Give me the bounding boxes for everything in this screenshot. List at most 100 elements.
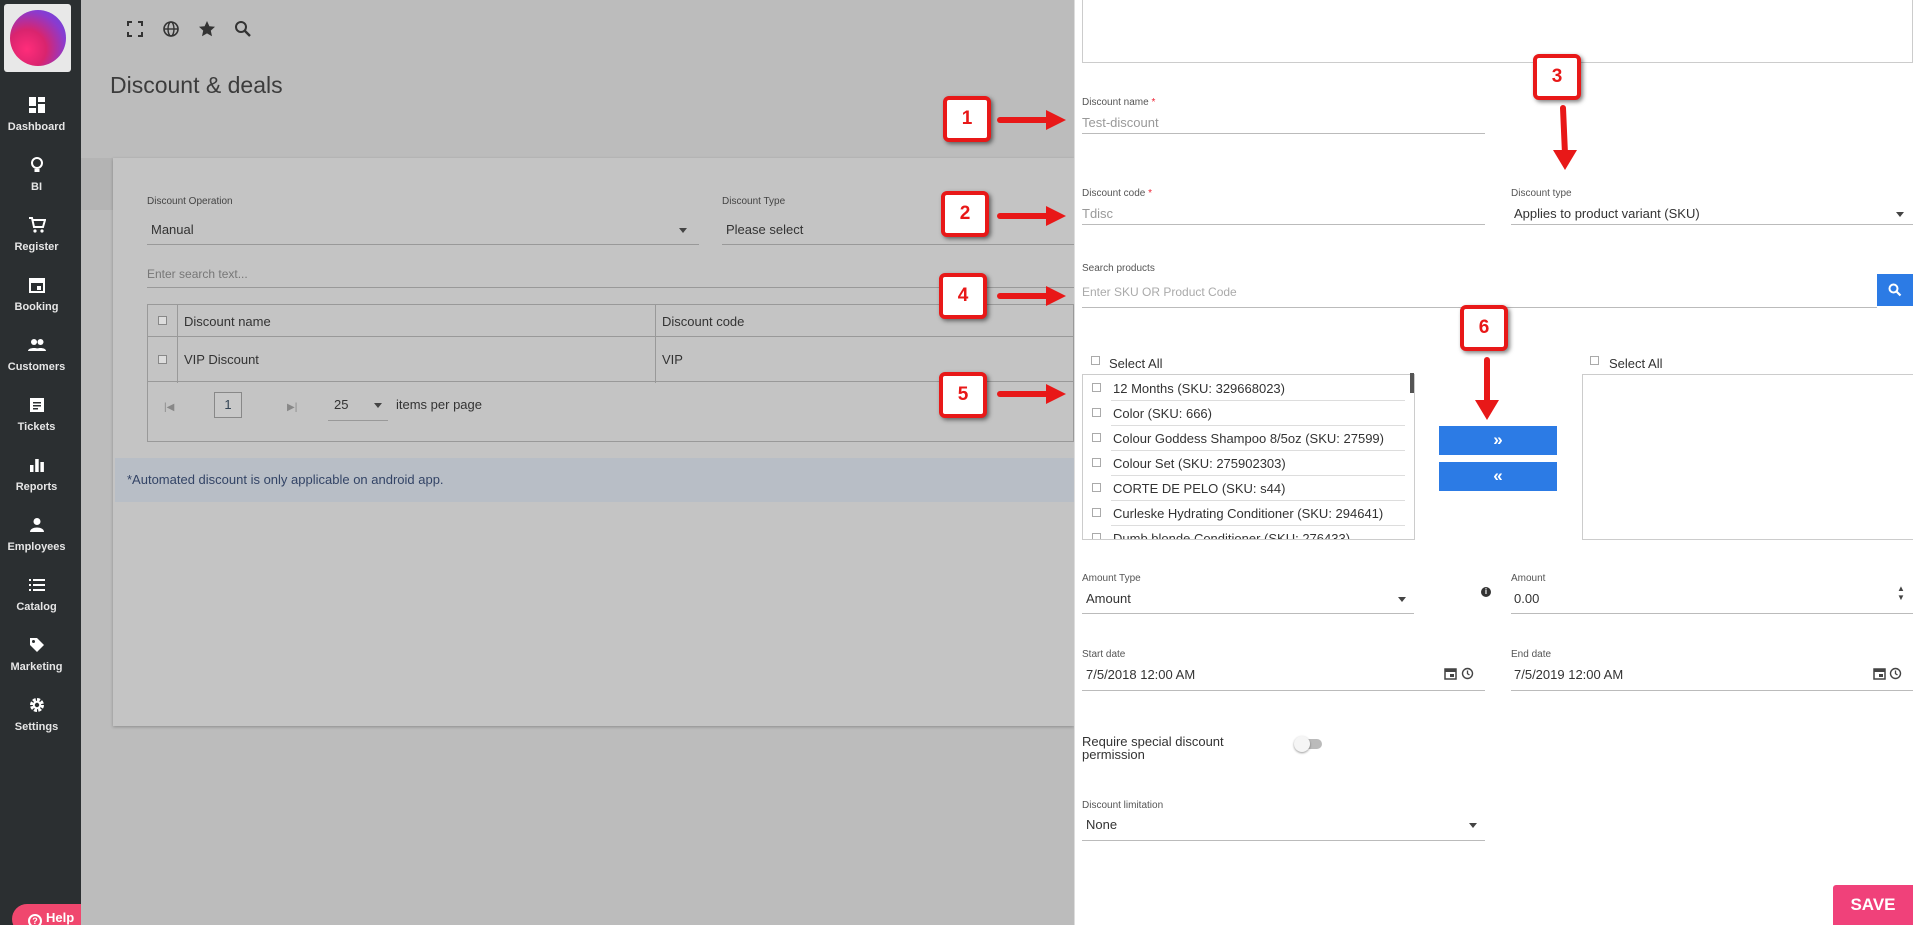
permission-toggle[interactable] <box>1294 735 1324 752</box>
list-item[interactable]: Curleske Hydrating Conditioner (SKU: 294… <box>1083 501 1413 526</box>
operation-select[interactable]: Manual <box>151 222 194 237</box>
chevron-down-icon[interactable] <box>374 403 382 408</box>
sidebar-item-customers[interactable]: Customers <box>0 336 73 375</box>
end-date-input[interactable]: 7/5/2019 12:00 AM <box>1514 667 1623 682</box>
amount-type-label: Amount Type <box>1082 573 1141 584</box>
move-right-button[interactable]: » <box>1439 426 1557 455</box>
search-products-button[interactable] <box>1877 274 1913 306</box>
list-item[interactable]: Colour Set (SKU: 275902303) <box>1083 451 1413 476</box>
annotation-badge-6: 6 <box>1460 305 1508 351</box>
list-item[interactable]: 12 Months (SKU: 329668023) <box>1083 376 1413 401</box>
table-header <box>148 305 1073 337</box>
logo-icon <box>10 10 66 66</box>
sidebar-item-label: Register <box>14 241 59 253</box>
select-all-right-label[interactable]: Select All <box>1609 356 1662 371</box>
star-icon[interactable] <box>198 20 216 38</box>
sidebar-item-label: Marketing <box>10 661 63 673</box>
chevron-down-icon[interactable] <box>679 228 687 233</box>
annotation-arrow-icon <box>997 110 1066 130</box>
row-checkbox[interactable] <box>158 355 167 364</box>
sidebar-item-label: Catalog <box>16 601 57 613</box>
save-button[interactable]: SAVE <box>1833 885 1913 925</box>
start-date-input[interactable]: 7/5/2018 12:00 AM <box>1086 667 1195 682</box>
select-all-left-label[interactable]: Select All <box>1109 356 1162 371</box>
person-icon <box>29 518 44 532</box>
dashboard-icon <box>28 97 45 113</box>
tag-icon <box>29 638 44 652</box>
discount-code-input[interactable]: Tdisc <box>1082 206 1113 221</box>
list-item[interactable]: Colour Goddess Shampoo 8/5oz (SKU: 27599… <box>1083 426 1413 451</box>
chevron-down-icon[interactable] <box>1896 212 1904 217</box>
sidebar: Dashboard BI Register Booking Customers … <box>0 0 81 925</box>
app-logo[interactable] <box>4 4 71 72</box>
annotation-badge-3: 3 <box>1533 54 1581 100</box>
calendar-icon[interactable] <box>1444 667 1457 680</box>
move-left-button[interactable]: « <box>1439 462 1557 491</box>
sidebar-item-label: Settings <box>14 721 59 733</box>
table-cell-code[interactable]: VIP <box>662 352 683 367</box>
sidebar-item-reports[interactable]: Reports <box>0 456 73 495</box>
table-pager: |◀ 1 ▶| 25 items per page <box>147 382 1074 442</box>
search-icon <box>1888 283 1902 297</box>
discount-name-input[interactable]: Test-discount <box>1082 115 1159 130</box>
sidebar-item-dashboard[interactable]: Dashboard <box>0 96 73 135</box>
gear-icon <box>29 698 44 712</box>
clock-icon[interactable] <box>1461 667 1474 680</box>
sidebar-item-settings[interactable]: Settings <box>0 696 73 735</box>
last-page-icon[interactable]: ▶| <box>287 402 297 413</box>
select-all-checkbox[interactable] <box>158 316 167 325</box>
first-page-icon[interactable]: |◀ <box>164 402 174 413</box>
sidebar-item-label: Employees <box>7 541 66 553</box>
sidebar-item-tickets[interactable]: Tickets <box>0 396 73 435</box>
search-products-input[interactable]: Enter SKU OR Product Code <box>1082 285 1237 299</box>
list-item[interactable]: CORTE DE PELO (SKU: s44) <box>1083 476 1413 501</box>
lightbulb-icon <box>30 157 43 172</box>
sidebar-item-label: Reports <box>15 481 58 493</box>
list-item[interactable]: Color (SKU: 666) <box>1083 401 1413 426</box>
col-discount-code[interactable]: Discount code <box>662 314 744 329</box>
discount-type-label: Discount type <box>1511 188 1572 199</box>
search-icon[interactable] <box>234 20 252 38</box>
amount-input[interactable]: 0.00 <box>1514 591 1539 606</box>
amount-stepper-icon[interactable]: ▲ ▼ <box>1897 584 1905 602</box>
sidebar-item-bi[interactable]: BI <box>0 156 73 195</box>
list-scrollbar[interactable] <box>1410 373 1414 393</box>
chevron-down-icon[interactable] <box>1469 823 1477 828</box>
table-cell-name[interactable]: VIP Discount <box>184 352 259 367</box>
description-textarea[interactable] <box>1082 0 1913 63</box>
search-products-label: Search products <box>1082 263 1155 274</box>
sidebar-item-booking[interactable]: Booking <box>0 276 73 315</box>
selected-products-list[interactable] <box>1582 374 1913 540</box>
list-icon <box>28 579 45 591</box>
annotation-badge-4: 4 <box>939 273 987 319</box>
annotation-arrow-icon <box>997 206 1066 226</box>
col-discount-name[interactable]: Discount name <box>184 314 271 329</box>
available-products-list[interactable]: 12 Months (SKU: 329668023) Color (SKU: 6… <box>1082 374 1415 540</box>
search-input[interactable]: Enter search text... <box>147 267 248 281</box>
chevron-down-icon[interactable] <box>1398 597 1406 602</box>
limitation-select[interactable]: None <box>1086 817 1117 832</box>
start-date-label: Start date <box>1082 649 1126 660</box>
sidebar-item-label: Tickets <box>17 421 56 433</box>
select-all-right-checkbox[interactable] <box>1590 356 1599 365</box>
main-content: Discount & deals Discount Operation Manu… <box>81 0 1074 925</box>
sidebar-item-catalog[interactable]: Catalog <box>0 576 73 615</box>
clock-icon[interactable] <box>1889 667 1902 680</box>
info-icon[interactable]: i <box>1481 587 1491 597</box>
amount-type-select[interactable]: Amount <box>1086 591 1131 606</box>
discount-type-select[interactable]: Please select <box>726 222 803 237</box>
annotation-arrow-icon <box>1475 357 1499 420</box>
sidebar-item-register[interactable]: Register <box>0 216 73 255</box>
page-number[interactable]: 1 <box>214 392 242 418</box>
calendar-icon[interactable] <box>1873 667 1886 680</box>
per-page-select[interactable]: 25 <box>334 397 348 412</box>
people-icon <box>27 339 46 351</box>
globe-icon[interactable] <box>162 20 180 38</box>
select-all-left-checkbox[interactable] <box>1091 356 1100 365</box>
list-item[interactable]: Dumb blonde Conditioner (SKU: 276433) <box>1083 526 1413 539</box>
sidebar-item-employees[interactable]: Employees <box>0 516 73 555</box>
sidebar-item-marketing[interactable]: Marketing <box>0 636 73 675</box>
discount-type-label: Discount Type <box>722 196 786 207</box>
discount-type-select[interactable]: Applies to product variant (SKU) <box>1514 206 1700 221</box>
fullscreen-icon[interactable] <box>126 20 144 38</box>
